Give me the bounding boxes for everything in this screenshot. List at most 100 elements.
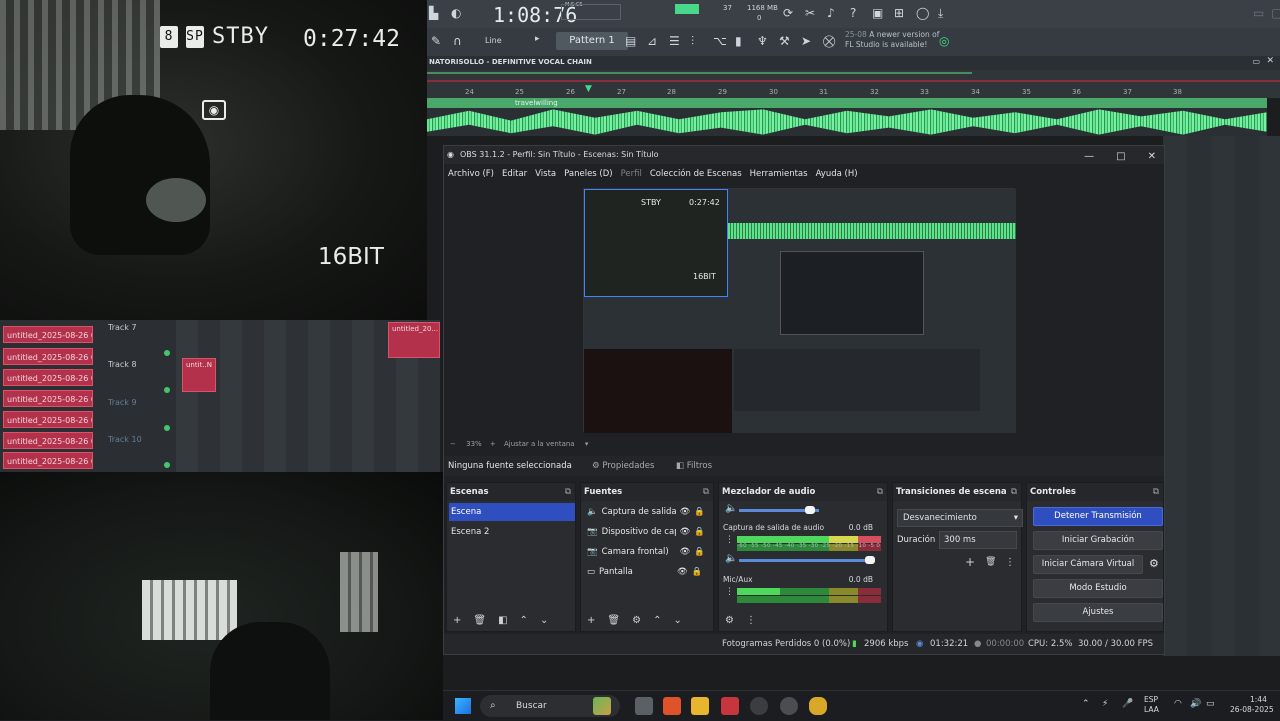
- clip-item[interactable]: untitled_2025-08-26 01-...: [3, 411, 93, 428]
- menu-coleccion[interactable]: Colección de Escenas: [646, 166, 746, 182]
- stop-stream-button[interactable]: Detener Transmisión: [1033, 507, 1163, 526]
- menu-paneles[interactable]: Paneles (D): [560, 166, 616, 182]
- window-restore-icon[interactable]: ▭: [1252, 57, 1260, 66]
- playlist-grid-right[interactable]: [1163, 136, 1280, 656]
- undock-icon[interactable]: ⧉: [565, 483, 571, 501]
- trash-icon[interactable]: 🗑: [985, 557, 996, 567]
- gear-icon[interactable]: ⚙: [725, 615, 734, 626]
- preview-camera-selected[interactable]: STBY 0:27:42 16BIT: [584, 189, 728, 297]
- menu-editar[interactable]: Editar: [498, 166, 531, 182]
- source-item[interactable]: 📷 Camara frontal) 👁 🔒: [587, 543, 715, 561]
- audio-clip[interactable]: untitled_20...: [388, 322, 440, 358]
- transition-select[interactable]: Desvanecimiento ▾: [897, 509, 1023, 527]
- clip-item[interactable]: untitled_2025-08-26 01-...: [3, 390, 93, 407]
- news-panel[interactable]: 25-08 A newer version of FL Studio is av…: [845, 30, 939, 50]
- gear-icon[interactable]: ⚙: [1149, 557, 1159, 570]
- online-icon[interactable]: ◎: [939, 34, 949, 48]
- clip-item[interactable]: untitled_2025-08-26 01-...: [3, 326, 93, 343]
- eye-icon[interactable]: 👁: [680, 523, 691, 541]
- lock-icon[interactable]: 🔒: [694, 503, 705, 521]
- up-icon[interactable]: ⌃: [653, 615, 661, 626]
- file-explorer-icon[interactable]: [691, 697, 709, 715]
- down-icon[interactable]: ⌄: [673, 615, 681, 626]
- undock-icon[interactable]: ⧉: [1011, 483, 1017, 501]
- add-icon[interactable]: +: [965, 555, 975, 569]
- play-arrow-icon[interactable]: ▸: [535, 34, 540, 44]
- down-icon[interactable]: ⌄: [540, 615, 548, 626]
- undock-icon[interactable]: ⧉: [1153, 483, 1159, 501]
- source-item[interactable]: ▭ Pantalla 👁 🔒: [587, 563, 715, 581]
- piano-roll-icon[interactable]: ⊿: [647, 34, 657, 48]
- chevron-down-icon[interactable]: ▾: [585, 440, 589, 448]
- mic-icon[interactable]: ♪: [827, 6, 835, 20]
- lock-icon[interactable]: 🔒: [694, 523, 705, 541]
- close-icon[interactable]: ✕: [1266, 56, 1274, 66]
- menu-archivo[interactable]: Archivo (F): [444, 166, 498, 182]
- menu-perfil[interactable]: Perfil: [617, 166, 646, 182]
- pencil-icon[interactable]: ✎: [431, 34, 441, 48]
- track-enable-dot[interactable]: [164, 462, 170, 468]
- volume-slider[interactable]: [739, 559, 873, 562]
- mic-icon[interactable]: 🎤: [1122, 699, 1133, 709]
- playhead-icon[interactable]: ▼: [585, 84, 592, 94]
- arrow-icon[interactable]: ➤: [801, 34, 811, 48]
- playlist-icon[interactable]: ▤: [625, 34, 636, 48]
- kebab-icon[interactable]: ⋮: [746, 615, 756, 626]
- track-enable-dot[interactable]: [164, 387, 170, 393]
- playlist-ruler[interactable]: ▼ 24 25 26 27 28 29 30 31 32 33 34 35 36…: [427, 70, 1280, 98]
- menu-herramientas[interactable]: Herramientas: [746, 166, 812, 182]
- add-icon[interactable]: +: [453, 615, 461, 626]
- menu-vista[interactable]: Vista: [531, 166, 560, 182]
- plug-icon[interactable]: ♆: [757, 34, 768, 48]
- track-label[interactable]: Track 10: [108, 435, 142, 444]
- undock-icon[interactable]: ⧉: [877, 483, 883, 501]
- minimize-icon[interactable]: —: [1084, 148, 1094, 166]
- audio-clip[interactable]: untit..N: [182, 358, 216, 392]
- wifi-icon[interactable]: ◠: [1174, 699, 1182, 709]
- save-icon[interactable]: ▣: [872, 6, 883, 20]
- volume-icon[interactable]: 🔊: [1190, 699, 1201, 709]
- clip-item[interactable]: untitled_2025-08-26 01-...: [3, 432, 93, 449]
- volume-knob[interactable]: [805, 506, 815, 514]
- zoom-out-icon[interactable]: −: [450, 440, 456, 448]
- trash-icon[interactable]: 🗑: [473, 615, 486, 626]
- speaker-icon[interactable]: 🔈: [725, 503, 737, 514]
- start-recording-button[interactable]: Iniciar Grabación: [1033, 531, 1163, 550]
- track-enable-dot[interactable]: [164, 425, 170, 431]
- settings-button[interactable]: Ajustes: [1033, 603, 1163, 622]
- app-taskbar-icon[interactable]: [780, 697, 798, 715]
- filters-button[interactable]: ◧ Filtros: [670, 458, 718, 474]
- gear-icon[interactable]: ⚙: [632, 615, 641, 626]
- help-icon[interactable]: ?: [850, 6, 856, 20]
- track-enable-dot[interactable]: [164, 350, 170, 356]
- mixer-icon[interactable]: ⫶: [691, 34, 694, 49]
- kebab-icon[interactable]: ⋮: [725, 535, 734, 545]
- network-icon[interactable]: ⚡: [1102, 699, 1108, 709]
- zoom-in-icon[interactable]: +: [490, 440, 496, 448]
- duration-spinbox[interactable]: 300 ms: [939, 531, 1017, 549]
- app-taskbar-icon[interactable]: [809, 697, 827, 715]
- brave-icon[interactable]: [663, 697, 681, 715]
- eye-icon[interactable]: 👁: [680, 503, 691, 521]
- wrench-icon[interactable]: ✂: [805, 6, 815, 20]
- browser-icon[interactable]: ⌥: [713, 34, 727, 48]
- add-icon[interactable]: +: [587, 615, 595, 626]
- fit-window-label[interactable]: Ajustar a la ventana: [504, 440, 575, 448]
- master-volume-slider[interactable]: [561, 4, 621, 20]
- virtual-camera-button[interactable]: Iniciar Cámara Virtual: [1033, 555, 1143, 574]
- up-icon[interactable]: ⌃: [520, 615, 528, 626]
- filter-icon[interactable]: ◧: [498, 615, 507, 626]
- fl-studio-taskbar-icon[interactable]: [721, 697, 739, 715]
- minimize-icon[interactable]: ▭: [1253, 6, 1264, 20]
- eye-icon[interactable]: 👁: [677, 563, 688, 581]
- task-view-icon[interactable]: [635, 697, 653, 715]
- track-label[interactable]: Track 8: [108, 360, 137, 369]
- channel-rack-icon[interactable]: ☰: [669, 34, 680, 48]
- pattern-selector[interactable]: Pattern 1: [556, 32, 628, 50]
- snap-select[interactable]: Line: [485, 36, 502, 45]
- trash-icon[interactable]: 🗑: [607, 615, 620, 626]
- clock-date[interactable]: 26-08-2025: [1230, 705, 1274, 714]
- lock-icon[interactable]: 🔒: [694, 543, 705, 561]
- maximize-icon[interactable]: □: [1116, 148, 1125, 166]
- clock-time[interactable]: 1:44: [1250, 695, 1267, 704]
